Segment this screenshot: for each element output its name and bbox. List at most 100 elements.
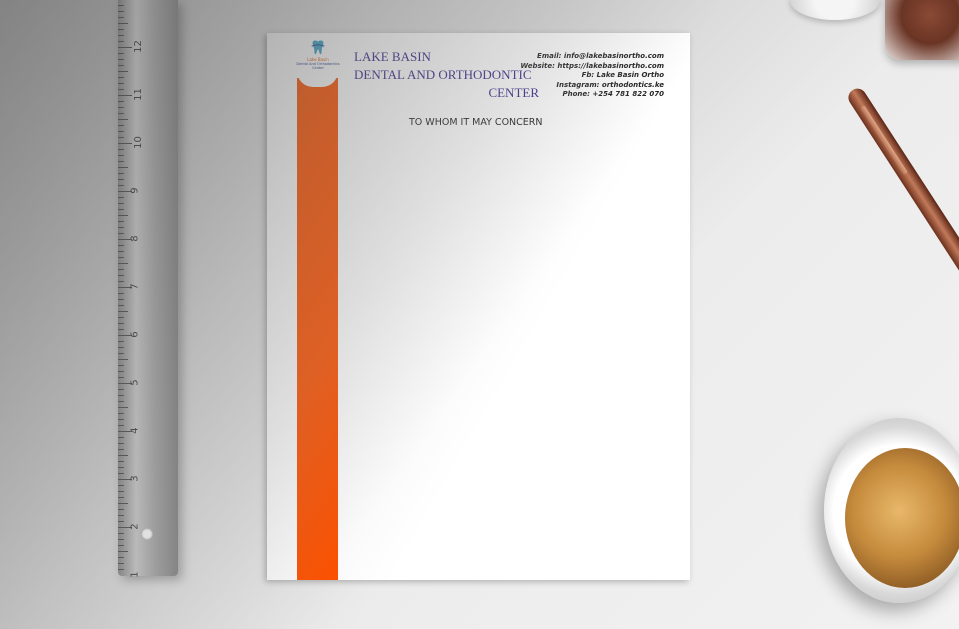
ruler-tick (118, 233, 124, 234)
ruler-tick (118, 263, 128, 264)
contact-facebook: Fb: Lake Basin Ortho (581, 71, 664, 80)
ruler-tick (118, 443, 124, 444)
ruler-number: 10 (132, 136, 144, 149)
ruler-tick (118, 161, 124, 162)
tooth-icon (311, 40, 325, 55)
clinic-logo: Lake Basin Dental And Orthodontics Cente… (296, 39, 340, 73)
ruler-tick (118, 569, 124, 570)
ruler-tick (118, 389, 124, 390)
ruler-tick (118, 467, 124, 468)
ruler-tick (118, 311, 128, 312)
ruler-tick (118, 41, 124, 42)
orange-side-stripe (297, 78, 338, 580)
ruler-tick (118, 509, 124, 510)
ruler-tick (118, 473, 124, 474)
ruler-tick (118, 227, 124, 228)
ruler-hole (141, 528, 153, 540)
ruler-tick (118, 29, 124, 30)
ruler-tick (118, 503, 128, 504)
ruler-tick (118, 563, 124, 564)
ruler-tick (118, 551, 128, 552)
ruler-tick (118, 275, 124, 276)
ruler-tick (118, 245, 124, 246)
ruler-tick (118, 557, 124, 558)
ruler-tick (118, 149, 124, 150)
ruler-tick (118, 269, 124, 270)
ruler-tick (118, 329, 124, 330)
ruler-number: 11 (132, 88, 144, 101)
ruler-tick (118, 299, 124, 300)
ruler-tick (118, 215, 128, 216)
contact-instagram: Instagram: orthodontics.ke (556, 80, 664, 89)
ruler-tick (118, 11, 124, 12)
ruler-tick (118, 281, 124, 282)
ruler-tick (118, 305, 124, 306)
ruler-tick (118, 53, 124, 54)
ruler-tick (118, 221, 124, 222)
coffee (845, 448, 959, 588)
ruler-tick (118, 323, 124, 324)
ruler-tick (118, 419, 124, 420)
logo-text-line3: Center (312, 66, 324, 70)
ruler-number: 6 (129, 331, 141, 338)
ruler-tick (118, 539, 124, 540)
ruler-tick (118, 347, 124, 348)
ruler-number: 5 (129, 379, 141, 386)
ruler-tick (118, 455, 128, 456)
ruler-tick (118, 59, 124, 60)
ruler-number: 8 (129, 235, 141, 242)
ruler-tick (118, 521, 124, 522)
ruler-tick (118, 143, 132, 144)
metal-ruler: 12 11 10 9 8 7 6 5 4 3 2 1 (118, 0, 178, 578)
ruler-tick (118, 137, 124, 138)
clinic-name-line1: LAKE BASIN (354, 49, 431, 64)
ruler-tick (118, 293, 124, 294)
contact-phone: Phone: +254 781 822 070 (562, 90, 664, 99)
ruler-tick (118, 353, 124, 354)
ruler-tick (118, 197, 124, 198)
contact-block: Email: info@lakebasinortho.com Website: … (494, 52, 664, 100)
ruler-number: 4 (129, 427, 141, 434)
ruler-tick (118, 395, 124, 396)
ruler-tick (118, 257, 124, 258)
copper-pen (845, 85, 959, 280)
ruler-tick (118, 401, 124, 402)
ruler-tick (118, 107, 124, 108)
ruler-tick (118, 83, 124, 84)
desk-scene: 12 11 10 9 8 7 6 5 4 3 2 1 Lake Basin Dental And Or… (0, 0, 959, 629)
ruler-tick (118, 173, 124, 174)
ceramic-bowl (790, 0, 880, 20)
contact-website: Website: https://lakebasinortho.com (520, 61, 664, 70)
ruler-tick (118, 407, 128, 408)
ruler-tick (118, 497, 124, 498)
ruler-tick (118, 101, 124, 102)
ruler-tick (118, 515, 124, 516)
pen-clip (860, 105, 908, 176)
ruler-tick (118, 5, 124, 6)
ruler-tick (118, 425, 124, 426)
ruler-tick (118, 449, 124, 450)
ruler-tick (118, 491, 124, 492)
ruler-tick (118, 35, 124, 36)
ruler-tick (118, 95, 132, 96)
ruler-tick (118, 203, 124, 204)
ruler-tick (118, 89, 124, 90)
ruler-number: 7 (129, 283, 141, 290)
ruler-tick (118, 359, 128, 360)
ruler-tick (118, 125, 124, 126)
ruler-tick (118, 155, 124, 156)
ruler-number: 3 (129, 475, 141, 482)
ruler-tick (118, 47, 132, 48)
ruler-tick (118, 71, 128, 72)
ruler-tick (118, 461, 124, 462)
ruler-tick (118, 251, 124, 252)
ruler-tick (118, 185, 124, 186)
spice-jar (885, 0, 959, 60)
salutation: TO WHOM IT MAY CONCERN (409, 117, 543, 128)
ruler-number: 9 (129, 187, 141, 194)
contact-email: Email: info@lakebasinortho.com (537, 52, 664, 60)
ruler-tick (118, 113, 124, 114)
ruler-tick (118, 77, 124, 78)
ruler-tick (118, 167, 128, 168)
ruler-tick (118, 179, 124, 180)
